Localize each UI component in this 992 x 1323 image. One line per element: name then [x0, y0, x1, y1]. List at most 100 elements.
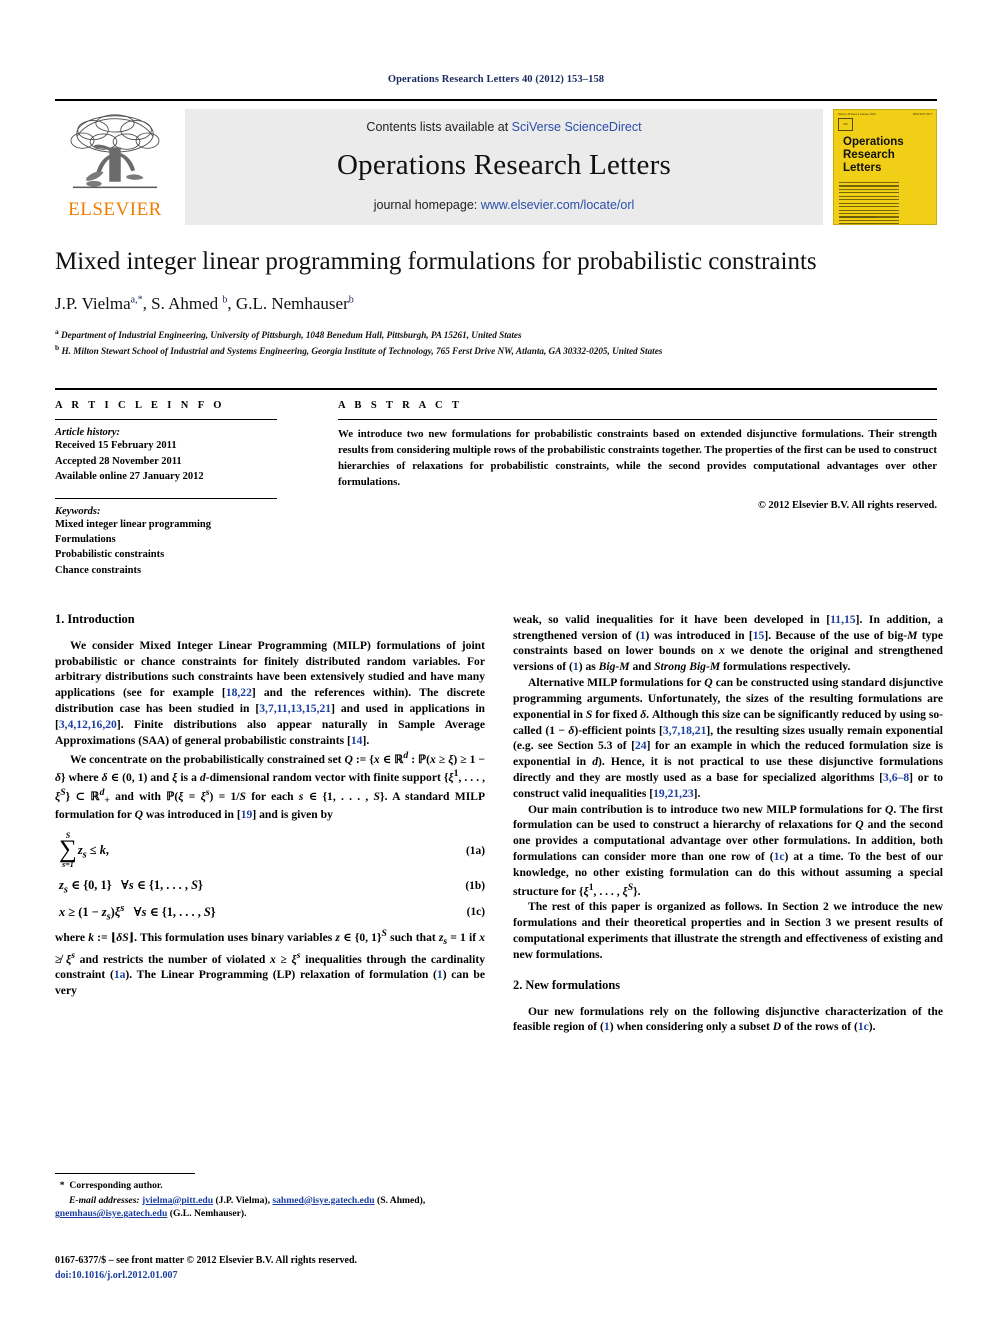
section-heading-new-formulations: 2. New formulations	[513, 977, 621, 992]
cover-volume: Volume 40 Issue 3 January 2012	[838, 113, 876, 116]
cover-title: Operations Research Letters	[843, 136, 936, 175]
abstract-copyright: © 2012 Elsevier B.V. All rights reserved…	[757, 499, 937, 511]
journal-masthead: ELSEVIER Contents lists available at Sci…	[55, 99, 937, 225]
abstract-heading: A B S T R A C T	[338, 400, 463, 412]
author-3-affil-mark: b	[348, 293, 354, 305]
title-block: Mixed integer linear programming formula…	[55, 247, 937, 358]
contents-line: Contents lists available at SciVerse Sci…	[366, 120, 641, 134]
asterisk-icon: *	[59, 1180, 65, 1191]
doi-line: doi:10.1016/j.orl.2012.01.007	[55, 1270, 178, 1281]
page-title: Mixed integer linear programming formula…	[55, 248, 817, 275]
article-info-column: A R T I C L E I N F O Article history: R…	[55, 390, 305, 578]
paragraph-right-5: Our new formulations rely on the followi…	[513, 1004, 943, 1034]
elsevier-wordmark: ELSEVIER	[68, 199, 162, 220]
equation-1c: x ≥ (1 − zs)ξs ∀s ∈ {1, . . . , S} (1c)	[55, 903, 485, 923]
history-received: Received 15 February 2011	[55, 440, 177, 452]
affiliation-b-text: H. Milton Stewart School of Industrial a…	[61, 345, 663, 356]
email-link-3[interactable]: gnemhaus@isye.gatech.edu	[55, 1208, 167, 1219]
journal-banner: Contents lists available at SciVerse Sci…	[185, 109, 823, 225]
article-info-heading: A R T I C L E I N F O	[55, 400, 225, 412]
history-accepted: Accepted 28 November 2011	[55, 455, 182, 467]
equation-1c-tag: (1c)	[466, 906, 485, 919]
affiliation-a: a Department of Industrial Engineering, …	[55, 327, 937, 342]
equation-1a-expression: S ∑ s=1 zs ≤ k,	[59, 831, 109, 869]
author-1: J.P. Vielmaa,*,	[55, 293, 152, 313]
body-column-left: 1. Introduction We consider Mixed Intege…	[55, 612, 485, 1035]
equation-1b-tag: (1b)	[465, 880, 485, 893]
email-link-1[interactable]: jvielma@pitt.edu	[142, 1195, 213, 1206]
email-link-2[interactable]: sahmed@isye.gatech.edu	[272, 1195, 374, 1206]
section-heading-introduction: 1. Introduction	[55, 611, 135, 626]
paragraph-right-1: weak, so valid inequalities for it have …	[513, 612, 943, 674]
imprint-block: 0167-6377/$ – see front matter © 2012 El…	[55, 1253, 485, 1283]
paragraph-right-2: Alternative MILP formulations for Q can …	[513, 676, 944, 800]
sciencedirect-link[interactable]: SciVerse ScienceDirect	[512, 120, 642, 134]
elsevier-logo: ELSEVIER	[55, 109, 175, 225]
corresponding-author-text: Corresponding author.	[69, 1180, 163, 1191]
author-3: G.L. Nemhauserb	[236, 294, 354, 313]
affiliation-b: b H. Milton Stewart School of Industrial…	[55, 343, 937, 358]
abstract-divider	[338, 419, 937, 421]
elsevier-tree-icon	[70, 114, 160, 189]
equation-1a-tag: (1a)	[466, 845, 485, 858]
article-history-label: Article history:	[55, 427, 121, 439]
keyword-2: Formulations	[55, 534, 116, 546]
info-divider-top	[55, 419, 277, 421]
affiliation-a-text: Department of Industrial Engineering, Un…	[61, 329, 522, 340]
homepage-line: journal homepage: www.elsevier.com/locat…	[374, 198, 635, 212]
journal-homepage-link[interactable]: www.elsevier.com/locate/orl	[481, 198, 635, 212]
author-2: S. Ahmed b,	[151, 293, 236, 313]
body-column-right: weak, so valid inequalities for it have …	[513, 612, 943, 1035]
history-available-online: Available online 27 January 2012	[55, 470, 204, 482]
issn-frontmatter-line: 0167-6377/$ – see front matter © 2012 El…	[55, 1255, 358, 1266]
cover-top-meta: Volume 40 Issue 3 January 2012 ISSN 0167…	[834, 110, 936, 116]
cover-title-line3: Letters	[843, 161, 882, 174]
info-abstract-block: A R T I C L E I N F O Article history: R…	[55, 388, 937, 578]
journal-cover-thumbnail: Volume 40 Issue 3 January 2012 ISSN 0167…	[833, 109, 937, 225]
cover-footer: www.elsevier.com/locate/orl	[840, 215, 877, 219]
email-addresses-note: E-mail addresses: jvielma@pitt.edu (J.P.…	[55, 1194, 426, 1220]
equation-1a: S ∑ s=1 zs ≤ k, (1a)	[55, 831, 485, 870]
running-head: Operations Research Letters 40 (2012) 15…	[387, 74, 605, 85]
keyword-4: Chance constraints	[55, 564, 142, 576]
keyword-3: Probabilistic constraints	[55, 549, 165, 561]
body-two-column: 1. Introduction We consider Mixed Intege…	[55, 612, 943, 1035]
paragraph-intro-3: where k := ⌊δS⌋. This formulation uses b…	[55, 928, 486, 997]
cover-badge: ORL	[838, 118, 853, 131]
paragraph-right-4: The rest of this paper is organized as f…	[513, 900, 943, 961]
author-2-name: S. Ahmed	[151, 293, 219, 313]
email-who-1: (J.P. Vielma)	[215, 1194, 268, 1206]
author-3-name: G.L. Nemhauser	[235, 293, 349, 313]
email-who-3: (G.L. Nemhauser)	[169, 1208, 245, 1220]
author-2-affil-mark: b	[222, 293, 228, 305]
cover-title-line2: Research	[843, 148, 895, 161]
cover-issn: ISSN 0167-6377	[912, 113, 932, 116]
info-divider-mid	[55, 497, 277, 499]
cover-title-line1: Operations	[843, 136, 904, 148]
author-1-affil-mark: a,	[130, 293, 138, 305]
corresponding-author-line: * Corresponding author.	[55, 1179, 485, 1193]
abstract-text: We introduce two new formulations for pr…	[338, 428, 937, 488]
paragraph-intro-1: We consider Mixed Integer Linear Program…	[55, 638, 486, 747]
author-list: J.P. Vielmaa,*, S. Ahmed b, G.L. Nemhaus…	[55, 294, 937, 314]
footnote-block: * Corresponding author. E-mail addresses…	[55, 1173, 485, 1221]
paragraph-intro-2: We concentrate on the probabilistically …	[55, 749, 486, 822]
email-label: E-mail addresses:	[69, 1194, 140, 1206]
keywords-label: Keywords:	[55, 505, 101, 517]
email-who-2: (S. Ahmed)	[377, 1194, 423, 1206]
contents-prefix: Contents lists available at	[366, 120, 512, 134]
author-1-name: J.P. Vielma	[55, 293, 131, 313]
keyword-1: Mixed integer linear programming	[55, 518, 212, 530]
affiliation-a-mark: a	[55, 326, 59, 336]
corresponding-author-star: *	[137, 293, 143, 305]
footnote-divider	[55, 1173, 195, 1174]
equation-1b-expression: zs ∈ {0, 1} ∀s ∈ {1, . . . , S}	[59, 877, 203, 896]
equation-1c-expression: x ≥ (1 − zs)ξs ∀s ∈ {1, . . . , S}	[59, 902, 216, 923]
journal-title: Operations Research Letters	[337, 149, 671, 181]
affiliations: a Department of Industrial Engineering, …	[55, 327, 937, 359]
homepage-prefix: journal homepage:	[373, 198, 481, 212]
affiliation-b-mark: b	[55, 342, 60, 352]
abstract-column: A B S T R A C T We introduce two new for…	[305, 390, 937, 578]
paper-page: Operations Research Letters 40 (2012) 15…	[0, 0, 992, 1323]
paragraph-right-3: Our main contribution is to introduce tw…	[513, 802, 944, 898]
